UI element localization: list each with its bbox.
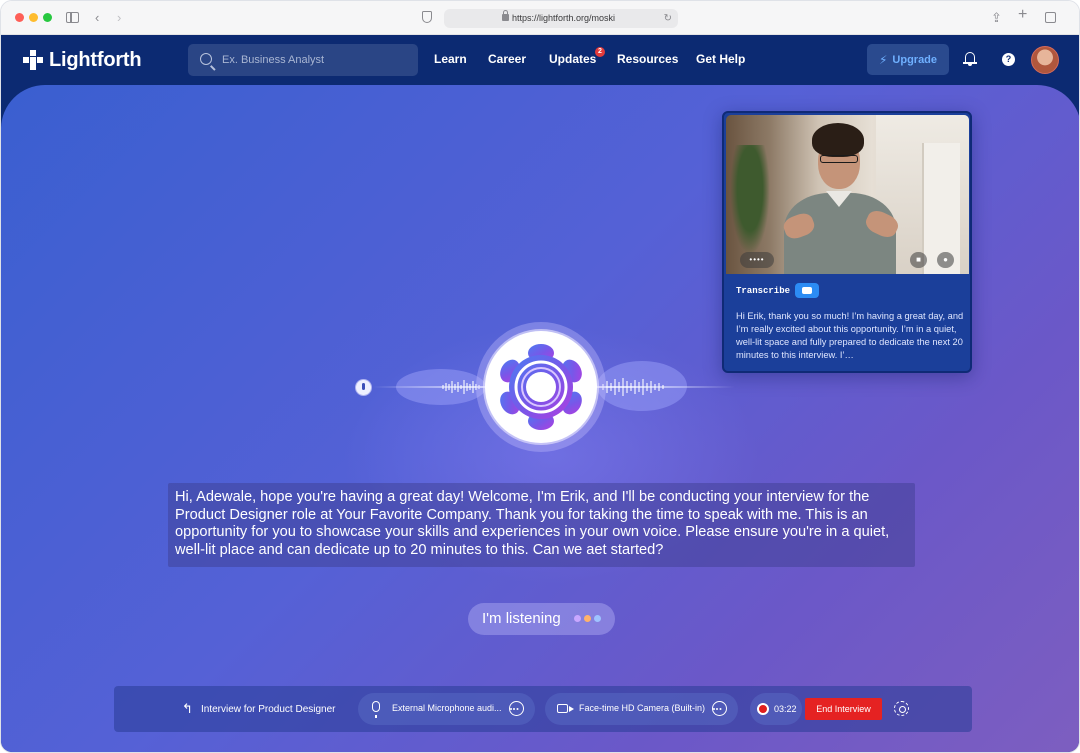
- lock-icon: [502, 10, 509, 21]
- video-camera-icon[interactable]: ■: [910, 252, 927, 268]
- interview-control-bar: ↰ Interview for Product Designer Externa…: [114, 686, 972, 732]
- plus-icon[interactable]: +: [1018, 7, 1027, 23]
- close-window-button[interactable]: [15, 13, 24, 22]
- browser-window: ‹ › https://lightforth.org/moski ↻ ⇪ + L…: [0, 0, 1080, 753]
- search-input[interactable]: [222, 44, 412, 76]
- stage-background: •••• ■ ● Transcribe Hi Erik, thank you s…: [1, 85, 1079, 752]
- avatar[interactable]: [1031, 46, 1059, 74]
- transcribe-label: Transcribe: [736, 286, 791, 296]
- record-icon: [757, 703, 769, 715]
- logo-text: Lightforth: [49, 48, 142, 71]
- waveform-left: [442, 380, 480, 394]
- video-preview-card: •••• ■ ● Transcribe Hi Erik, thank you s…: [722, 111, 972, 373]
- sidebar-icon[interactable]: [66, 12, 79, 23]
- search-box[interactable]: [188, 44, 418, 76]
- waveform-right: [602, 378, 664, 396]
- microphone-label: External Microphone audi...: [392, 703, 502, 713]
- minimize-window-button[interactable]: [29, 13, 38, 22]
- audio-level-icon[interactable]: ••••: [740, 252, 774, 268]
- listening-label: I'm listening: [482, 610, 561, 627]
- url-text: https://lightforth.org/moski: [512, 13, 616, 23]
- search-icon: [200, 53, 212, 65]
- camera-label: Face-time HD Camera (Built-in): [579, 703, 706, 713]
- camera-icon: [557, 704, 574, 713]
- recording-timer: 03:22: [750, 693, 802, 725]
- ai-avatar-icon: [500, 344, 582, 430]
- updates-badge: 2: [595, 47, 605, 57]
- reload-icon[interactable]: ↻: [664, 9, 672, 28]
- help-icon[interactable]: ?: [1002, 53, 1015, 66]
- camera-selector[interactable]: Face-time HD Camera (Built-in): [545, 693, 738, 725]
- listening-dot: [584, 615, 591, 622]
- end-interview-button[interactable]: End Interview: [805, 698, 882, 720]
- transcript-text: Hi Erik, thank you so much! I’m having a…: [736, 311, 964, 360]
- interviewer-video: •••• ■ ●: [726, 115, 969, 274]
- nav-link-resources[interactable]: Resources: [617, 52, 678, 66]
- gear-icon[interactable]: [894, 701, 909, 716]
- logo[interactable]: Lightforth: [23, 48, 142, 72]
- listening-status: I'm listening: [468, 603, 615, 635]
- upgrade-label: Upgrade: [892, 53, 938, 66]
- microphone-options-icon[interactable]: [509, 701, 524, 716]
- nav-link-get-help[interactable]: Get Help: [696, 52, 745, 66]
- microphone-selector[interactable]: External Microphone audi...: [358, 693, 535, 725]
- listening-dot: [574, 615, 581, 622]
- address-bar[interactable]: https://lightforth.org/moski ↻: [444, 9, 678, 28]
- tabs-icon[interactable]: [1045, 12, 1056, 23]
- camera-options-icon[interactable]: [712, 701, 727, 716]
- shield-icon[interactable]: [422, 11, 432, 23]
- nav-link-learn[interactable]: Learn: [434, 52, 467, 66]
- transcribe-toggle[interactable]: [795, 283, 819, 298]
- interview-stage: •••• ■ ● Transcribe Hi Erik, thank you s…: [1, 85, 1079, 752]
- share-icon[interactable]: ⇪: [991, 10, 1002, 26]
- listening-dot: [594, 615, 601, 622]
- nav-link-career[interactable]: Career: [488, 52, 526, 66]
- back-arrow-icon[interactable]: ↰: [182, 701, 193, 717]
- microphone-indicator-icon[interactable]: [355, 379, 372, 396]
- microphone-icon: [372, 701, 380, 718]
- bolt-icon: ⚡︎: [878, 52, 888, 67]
- upgrade-button[interactable]: ⚡︎ Upgrade: [867, 44, 949, 75]
- top-navigation: Lightforth Learn Career Updates 2 Resour…: [1, 35, 1079, 85]
- zoom-window-button[interactable]: [43, 13, 52, 22]
- bell-icon[interactable]: [963, 52, 977, 66]
- timer-text: 03:22: [774, 704, 797, 714]
- interviewer-message: Hi, Adewale, hope you're having a great …: [168, 483, 915, 567]
- forward-icon[interactable]: ›: [117, 10, 121, 26]
- interview-title[interactable]: Interview for Product Designer: [201, 704, 336, 715]
- video-microphone-icon[interactable]: ●: [937, 252, 954, 268]
- nav-link-updates[interactable]: Updates: [549, 52, 596, 66]
- browser-toolbar: ‹ › https://lightforth.org/moski ↻ ⇪ +: [1, 1, 1079, 35]
- back-icon[interactable]: ‹: [95, 10, 99, 26]
- logo-icon: [23, 50, 43, 70]
